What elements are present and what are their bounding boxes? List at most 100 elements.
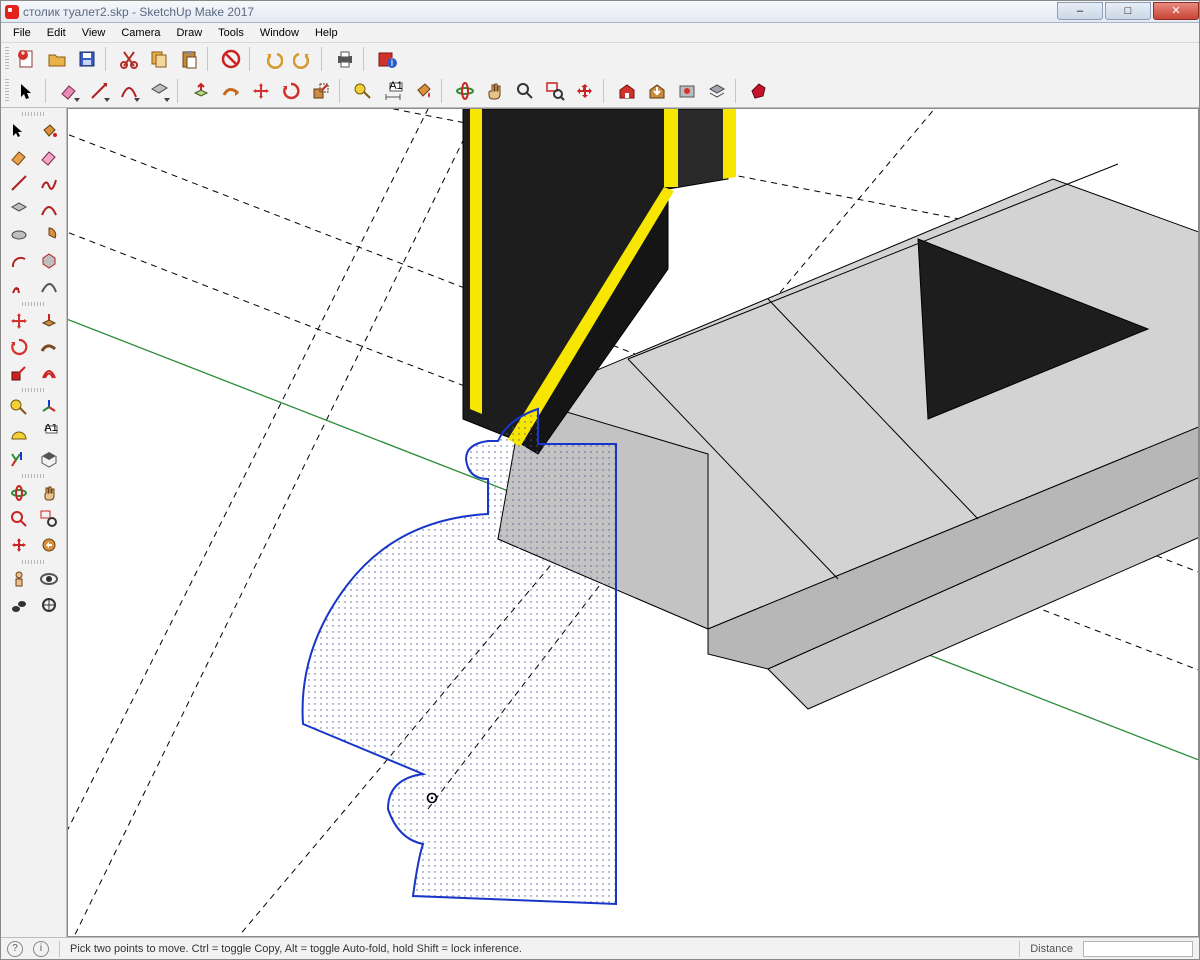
protractor-button[interactable] [5, 420, 33, 446]
3dwarehouse-share-button[interactable] [643, 77, 671, 105]
separator [1019, 941, 1020, 957]
rotate-tool-button[interactable] [5, 334, 33, 360]
tape-measure-button[interactable] [5, 394, 33, 420]
svg-text:i: i [391, 57, 393, 69]
save-file-button[interactable] [73, 45, 101, 73]
line-tool-button[interactable] [85, 77, 113, 105]
eraser-tool-button[interactable] [5, 144, 33, 170]
tape-measure-button[interactable] [349, 77, 377, 105]
minimize-button[interactable]: – [1057, 2, 1103, 20]
3dwarehouse-get-button[interactable] [613, 77, 641, 105]
circle-tool-button[interactable] [5, 222, 33, 248]
separator [339, 79, 345, 103]
eraser-soft-button[interactable] [35, 144, 63, 170]
move-tool-button[interactable] [247, 77, 275, 105]
zoom-extents-button[interactable] [5, 532, 33, 558]
grip-icon[interactable] [22, 560, 46, 564]
dimension-button[interactable]: A1 [35, 420, 63, 446]
vcb-input[interactable] [1083, 941, 1193, 957]
print-button[interactable] [331, 45, 359, 73]
menu-view[interactable]: View [74, 25, 114, 41]
copy-button[interactable] [145, 45, 173, 73]
model-info-button[interactable]: i [373, 45, 401, 73]
undo-button[interactable] [259, 45, 287, 73]
look-around-button[interactable] [35, 566, 63, 592]
scale-tool-button[interactable] [307, 77, 335, 105]
help-icon[interactable]: ? [7, 941, 23, 957]
pie-tool-button[interactable] [35, 222, 63, 248]
cut-button[interactable] [115, 45, 143, 73]
eraser-tool-button[interactable] [55, 77, 83, 105]
follow-me-button[interactable] [35, 334, 63, 360]
dimension-button[interactable]: A1 [379, 77, 407, 105]
separator [321, 47, 327, 71]
position-camera-button[interactable] [5, 566, 33, 592]
select-tool-button[interactable] [5, 118, 33, 144]
menu-draw[interactable]: Draw [168, 25, 210, 41]
zoom-window-button[interactable] [541, 77, 569, 105]
menu-window[interactable]: Window [252, 25, 307, 41]
titlebar[interactable]: столик туалет2.skp - SketchUp Make 2017 … [1, 1, 1199, 23]
orbit-button[interactable] [5, 480, 33, 506]
paint-bucket-button[interactable] [35, 118, 63, 144]
menu-edit[interactable]: Edit [39, 25, 74, 41]
menu-camera[interactable]: Camera [113, 25, 168, 41]
info-icon[interactable]: i [33, 941, 49, 957]
separator [45, 79, 51, 103]
select-tool-button[interactable] [13, 77, 41, 105]
follow-me-button[interactable] [217, 77, 245, 105]
grip-icon[interactable] [22, 302, 46, 306]
offset-tool-button[interactable] [35, 360, 63, 386]
arc-tool-button[interactable] [35, 196, 63, 222]
rotate-tool-button[interactable] [277, 77, 305, 105]
move-tool-button[interactable] [5, 308, 33, 334]
close-button[interactable]: ✕ [1153, 2, 1199, 20]
maximize-button[interactable]: □ [1105, 2, 1151, 20]
side-toolbar: A1 [1, 108, 67, 937]
open-file-button[interactable] [43, 45, 71, 73]
layers-button[interactable] [703, 77, 731, 105]
paint-bucket-button[interactable] [409, 77, 437, 105]
extension-warehouse-button[interactable] [673, 77, 701, 105]
redo-button[interactable] [289, 45, 317, 73]
bezier-button[interactable] [35, 274, 63, 300]
pan-button[interactable] [481, 77, 509, 105]
previous-view-button[interactable] [35, 532, 63, 558]
axes-tool-button[interactable] [35, 394, 63, 420]
grip-icon[interactable] [22, 112, 46, 116]
walk-target-button[interactable] [35, 592, 63, 618]
push-pull-button[interactable] [187, 77, 215, 105]
menu-help[interactable]: Help [307, 25, 346, 41]
zoom-button[interactable] [511, 77, 539, 105]
menu-tools[interactable]: Tools [210, 25, 252, 41]
orbit-button[interactable] [451, 77, 479, 105]
grip-icon[interactable] [5, 47, 9, 71]
line-tool-button[interactable] [5, 170, 33, 196]
push-pull-button[interactable] [35, 308, 63, 334]
text-label-button[interactable] [5, 446, 33, 472]
grip-icon[interactable] [22, 474, 46, 478]
new-file-button[interactable] [13, 45, 41, 73]
pan-button[interactable] [35, 480, 63, 506]
grip-icon[interactable] [5, 79, 9, 103]
rectangle-tool-button[interactable] [5, 196, 33, 222]
scale-tool-button[interactable] [5, 360, 33, 386]
separator [441, 79, 447, 103]
walk-button[interactable] [5, 592, 33, 618]
zoom-button[interactable] [5, 506, 33, 532]
erase-button[interactable] [217, 45, 245, 73]
grip-icon[interactable] [22, 388, 46, 392]
paste-button[interactable] [175, 45, 203, 73]
freehand-tool-button[interactable] [35, 170, 63, 196]
arc-tool-button[interactable] [115, 77, 143, 105]
section-plane-button[interactable] [35, 446, 63, 472]
arc2-tool-button[interactable] [5, 248, 33, 274]
3d-text-button[interactable] [5, 274, 33, 300]
zoom-window-button[interactable] [35, 506, 63, 532]
ruby-console-button[interactable] [745, 77, 773, 105]
zoom-extents-button[interactable] [571, 77, 599, 105]
3d-viewport[interactable] [67, 108, 1199, 937]
rectangle-tool-button[interactable] [145, 77, 173, 105]
menu-file[interactable]: File [5, 25, 39, 41]
polygon-tool-button[interactable] [35, 248, 63, 274]
